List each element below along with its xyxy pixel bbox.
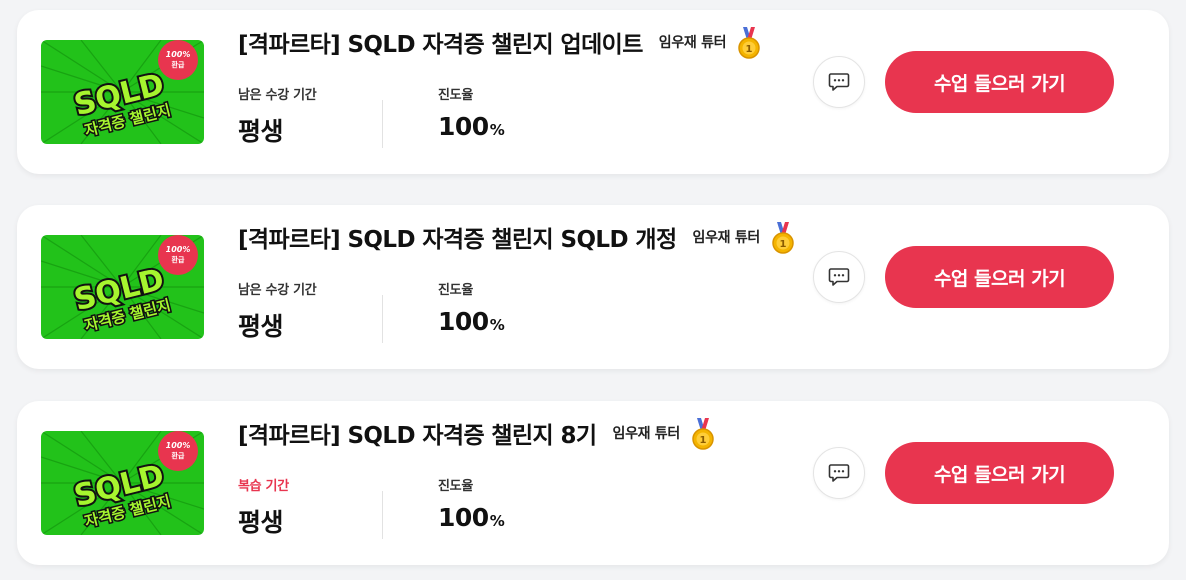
svg-text:100%: 100%: [166, 441, 191, 450]
progress-label: 진도율: [438, 283, 473, 298]
chat-bubble-icon: [828, 464, 850, 482]
progress-value: 100%: [438, 112, 505, 141]
progress-label: 진도율: [438, 479, 473, 494]
go-to-class-button[interactable]: 수업 들으러 가기: [885, 246, 1114, 308]
divider: [382, 100, 383, 148]
period-value: 평생: [238, 508, 284, 537]
question-button[interactable]: [813, 251, 865, 303]
course-card: SQLD 자격증 챌린지 100% 환급 [격파르타] SQLD 자격증 챌린지…: [17, 205, 1169, 369]
divider: [382, 295, 383, 343]
progress-label: 진도율: [438, 88, 473, 103]
tutor-name: 임우재 튜터: [692, 230, 761, 246]
question-button[interactable]: [813, 56, 865, 108]
svg-text:1: 1: [780, 239, 787, 250]
course-title[interactable]: [격파르타] SQLD 자격증 챌린지 업데이트: [238, 25, 643, 59]
svg-text:1: 1: [699, 435, 706, 446]
period-value: 평생: [238, 312, 284, 341]
go-to-class-button[interactable]: 수업 들으러 가기: [885, 442, 1114, 504]
sqld-thumbnail-image: SQLD 자격증 챌린지 100% 환급: [41, 40, 204, 144]
svg-text:100%: 100%: [166, 50, 191, 59]
go-to-class-button[interactable]: 수업 들으러 가기: [885, 51, 1114, 113]
gold-medal-icon: 1: [738, 27, 760, 59]
svg-text:1: 1: [746, 44, 753, 55]
period-value: 평생: [238, 117, 284, 146]
sqld-thumbnail-image: SQLD 자격증 챌린지 100% 환급: [41, 431, 204, 535]
tutor-name: 임우재 튜터: [612, 426, 680, 442]
course-thumbnail[interactable]: SQLD 자격증 챌린지 100% 환급: [41, 431, 204, 535]
course-title[interactable]: [격파르타] SQLD 자격증 챌린지 SQLD 개정: [238, 220, 677, 254]
gold-medal-icon: 1: [772, 222, 794, 254]
course-card: SQLD 자격증 챌린지 100% 환급 [격파르타] SQLD 자격증 챌린지…: [17, 10, 1169, 174]
course-title-row: [격파르타] SQLD 자격증 챌린지 8기 임우재 튜터 1: [238, 415, 714, 451]
period-label: 남은 수강 기간: [238, 88, 317, 103]
review-period-label: 복습 기간: [238, 479, 289, 494]
tutor-name: 임우재 튜터: [658, 35, 727, 51]
svg-text:환급: 환급: [172, 60, 185, 69]
divider: [382, 491, 383, 539]
svg-text:환급: 환급: [172, 451, 185, 460]
course-title[interactable]: [격파르타] SQLD 자격증 챌린지 8기: [238, 416, 597, 450]
question-button[interactable]: [813, 447, 865, 499]
progress-value: 100%: [438, 503, 505, 532]
course-title-row: [격파르타] SQLD 자격증 챌린지 SQLD 개정 임우재 튜터 1: [238, 219, 794, 255]
course-title-row: [격파르타] SQLD 자격증 챌린지 업데이트 임우재 튜터 1: [238, 24, 760, 60]
svg-text:100%: 100%: [166, 245, 191, 254]
course-thumbnail[interactable]: SQLD 자격증 챌린지 100% 환급: [41, 235, 204, 339]
svg-text:환급: 환급: [172, 255, 185, 264]
gold-medal-icon: 1: [692, 418, 714, 450]
course-card: SQLD 자격증 챌린지 100% 환급 [격파르타] SQLD 자격증 챌린지…: [17, 401, 1169, 565]
course-thumbnail[interactable]: SQLD 자격증 챌린지 100% 환급: [41, 40, 204, 144]
chat-bubble-icon: [828, 73, 850, 91]
chat-bubble-icon: [828, 268, 850, 286]
progress-value: 100%: [438, 307, 505, 336]
sqld-thumbnail-image: SQLD 자격증 챌린지 100% 환급: [41, 235, 204, 339]
period-label: 남은 수강 기간: [238, 283, 317, 298]
